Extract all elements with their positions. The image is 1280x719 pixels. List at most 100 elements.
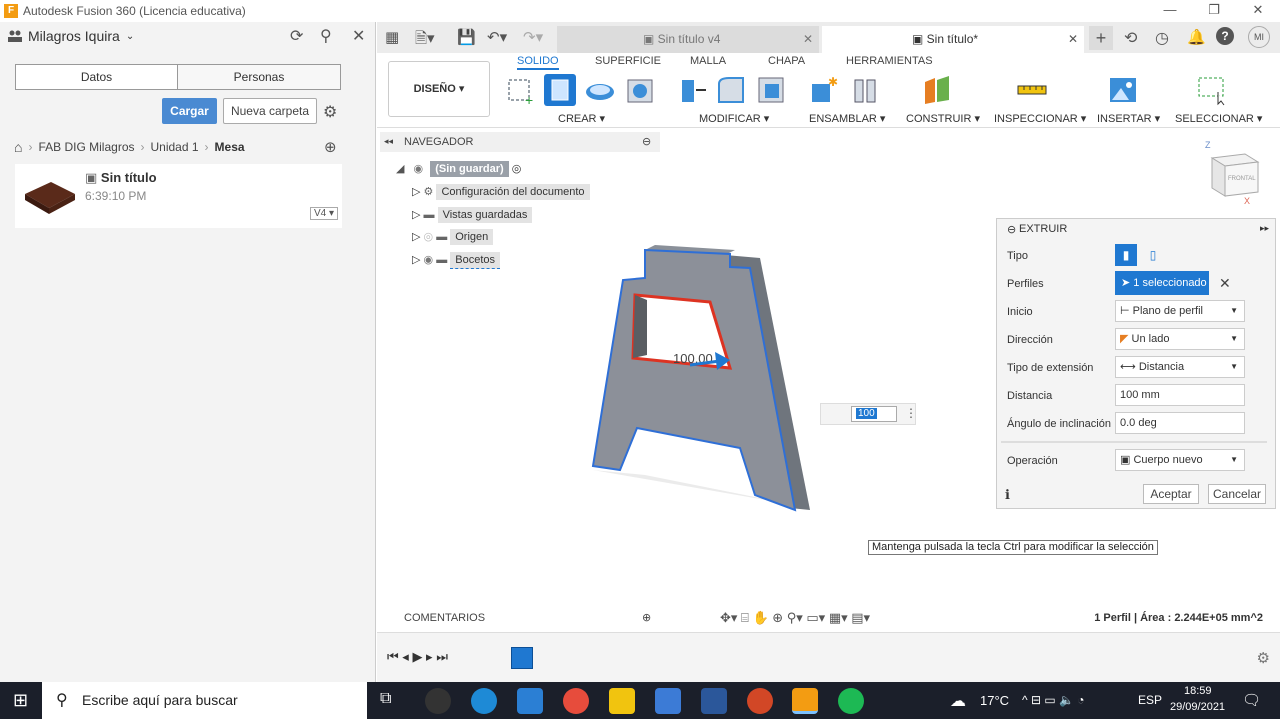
maximize-button[interactable]: ❐ [1192, 0, 1236, 22]
notification-center-icon[interactable]: 🗨 [1242, 691, 1261, 709]
minimize-icon[interactable]: ⊖ [1007, 223, 1016, 236]
file-card[interactable]: ▣ Sin título 6:39:10 PM V4 ▾ [15, 164, 342, 228]
edge-icon[interactable] [471, 688, 497, 714]
hole-icon[interactable] [624, 74, 656, 106]
operation-dropdown[interactable]: ▣ Cuerpo nuevo ▼ [1115, 449, 1245, 471]
measure-icon[interactable] [1016, 74, 1048, 106]
distance-value[interactable]: 100 [856, 408, 877, 419]
navigator-header[interactable]: ◂◂ NAVEGADOR ⊖ [380, 132, 660, 152]
type-solid-icon[interactable]: ▮ [1115, 244, 1137, 266]
joint-icon[interactable] [849, 74, 881, 106]
group-insertar[interactable]: INSERTAR ▾ [1097, 112, 1160, 125]
extruded-letter-a-model[interactable]: 100.00 [585, 240, 825, 520]
distance-field[interactable]: 100 mm [1115, 384, 1245, 406]
task-view-icon[interactable]: ⧉ [380, 690, 391, 708]
store-icon[interactable] [655, 688, 681, 714]
expand-icon[interactable]: ◢ [396, 163, 404, 175]
upload-button[interactable]: Cargar [162, 98, 217, 124]
tree-item[interactable]: ▷ ◉ ▬ Bocetos [412, 252, 500, 269]
tab-datos[interactable]: Datos [15, 64, 178, 90]
sketch-timeline-icon[interactable] [511, 647, 533, 669]
eye-off-icon[interactable]: ◎ [424, 231, 434, 243]
weather-icon[interactable]: ☁ [950, 691, 966, 711]
distance-input-manipulator[interactable]: 100 ⋮ [820, 403, 917, 425]
tab-herramientas[interactable]: HERRAMIENTAS [846, 55, 933, 67]
close-window-button[interactable]: ✕ [1236, 0, 1280, 22]
expand-icon[interactable]: ▸▸ [1260, 223, 1269, 234]
notifications-icon[interactable]: 🔔 [1187, 28, 1206, 46]
group-crear[interactable]: CREAR ▾ [558, 112, 605, 125]
root-component[interactable]: (Sin guardar) [430, 161, 509, 177]
info-icon[interactable]: ℹ [1005, 487, 1010, 503]
temperature[interactable]: 17°C [980, 693, 1009, 708]
ok-button[interactable]: Aceptar [1143, 484, 1199, 504]
powerpoint-icon[interactable] [747, 688, 773, 714]
extent-type-dropdown[interactable]: ⟷ Distancia ▼ [1115, 356, 1245, 378]
group-seleccionar[interactable]: SELECCIONAR ▾ [1175, 112, 1262, 125]
breadcrumb-item[interactable]: Unidad 1 [151, 140, 199, 154]
tree-item[interactable]: ▷ ▬ Vistas guardadas [412, 207, 533, 223]
create-sketch-icon[interactable]: + [505, 74, 537, 106]
tree-item[interactable]: ▷ ◎ ▬ Origen [412, 229, 494, 245]
tray-icons[interactable]: ^ ⊟ ▭ 🔈 ◔ [1022, 693, 1085, 707]
user-menu[interactable]: Milagros Iquira ⌄ [8, 28, 134, 44]
chrome-icon[interactable] [563, 688, 589, 714]
new-component-icon[interactable]: ✱ [808, 74, 840, 106]
workspace-dropdown[interactable]: DISEÑO ▾ [388, 61, 490, 117]
press-pull-icon[interactable] [676, 74, 708, 106]
eye-icon[interactable]: ◉ [424, 254, 434, 266]
close-panel-icon[interactable]: ✕ [352, 26, 365, 46]
redo-icon[interactable]: ↷▾ [523, 28, 543, 46]
offset-plane-icon[interactable] [921, 74, 953, 106]
taper-angle-field[interactable]: 0.0 deg [1115, 412, 1245, 434]
grid-menu-icon[interactable]: ▦ [385, 28, 399, 46]
file-explorer-icon[interactable] [609, 688, 635, 714]
fillet-icon[interactable] [715, 74, 747, 106]
view-cube[interactable]: FRONTAL Z X [1200, 140, 1270, 210]
start-dropdown[interactable]: ⊢ Plano de perfil ▼ [1115, 300, 1245, 322]
close-icon[interactable]: ✕ [803, 32, 813, 46]
taskbar-search[interactable]: Escribe aquí para buscar [42, 682, 367, 719]
collapse-icon[interactable]: ◂◂ [384, 136, 393, 147]
save-icon[interactable]: 💾 [457, 28, 476, 46]
group-ensamblar[interactable]: ENSAMBLAR ▾ [809, 112, 885, 125]
mail-icon[interactable] [517, 688, 543, 714]
type-thin-icon[interactable]: ▯ [1142, 244, 1164, 266]
minimize-button[interactable]: — [1148, 0, 1192, 22]
close-icon[interactable]: ✕ [1068, 32, 1078, 46]
extensions-icon[interactable]: ⟲ [1124, 28, 1137, 48]
word-icon[interactable] [701, 688, 727, 714]
extrude-icon[interactable] [544, 74, 576, 106]
tab-malla[interactable]: MALLA [690, 55, 726, 67]
minimize-icon[interactable]: ⊖ [642, 135, 651, 148]
new-folder-button[interactable]: Nueva carpeta [223, 98, 317, 124]
help-icon[interactable]: ? [1216, 27, 1234, 45]
fusion-360-icon[interactable] [792, 688, 818, 714]
dell-icon[interactable] [425, 688, 451, 714]
version-dropdown[interactable]: V4 ▾ [309, 207, 338, 220]
clock-date[interactable]: 29/09/2021 [1170, 701, 1225, 713]
breadcrumb-item[interactable]: FAB DIG Milagros [38, 140, 134, 154]
windows-start-icon[interactable]: ⊞ [13, 690, 28, 711]
gear-icon[interactable]: ⚙ [323, 102, 337, 122]
tab-solido[interactable]: SOLIDO [517, 55, 559, 70]
profiles-selection-button[interactable]: ➤ 1 seleccionado [1115, 271, 1209, 295]
comments-label[interactable]: COMENTARIOS [404, 612, 485, 624]
home-icon[interactable]: ⌂ [14, 139, 22, 155]
more-icon[interactable]: ⋮ [905, 406, 917, 420]
tab-sin-titulo-v4[interactable]: ▣ Sin título v4 ✕ [557, 26, 819, 53]
navigation-toolbar[interactable]: ✥▾ ⌸ ✋ ⊕ ⚲▾ ▭▾ ▦▾ ▤▾ [720, 610, 870, 626]
group-inspeccionar[interactable]: INSPECCIONAR ▾ [994, 112, 1086, 125]
clock-time[interactable]: 18:59 [1184, 685, 1212, 697]
file-menu-icon[interactable]: 🗎▾ [415, 28, 435, 53]
group-modificar[interactable]: MODIFICAR ▾ [699, 112, 769, 125]
timeline-controls[interactable]: ⏮ ◂ ▶ ▸ ⏭ [387, 649, 448, 665]
avatar[interactable]: MI [1248, 26, 1270, 48]
job-status-icon[interactable]: ◷ [1155, 28, 1169, 48]
activate-icon[interactable]: ◎ [512, 163, 522, 175]
eye-icon[interactable]: ◉ [414, 163, 424, 175]
refresh-icon[interactable]: ⟳ [290, 26, 303, 46]
search-icon[interactable]: ⚲ [320, 26, 332, 46]
tab-personas[interactable]: Personas [177, 64, 341, 90]
insert-image-icon[interactable] [1107, 74, 1139, 106]
